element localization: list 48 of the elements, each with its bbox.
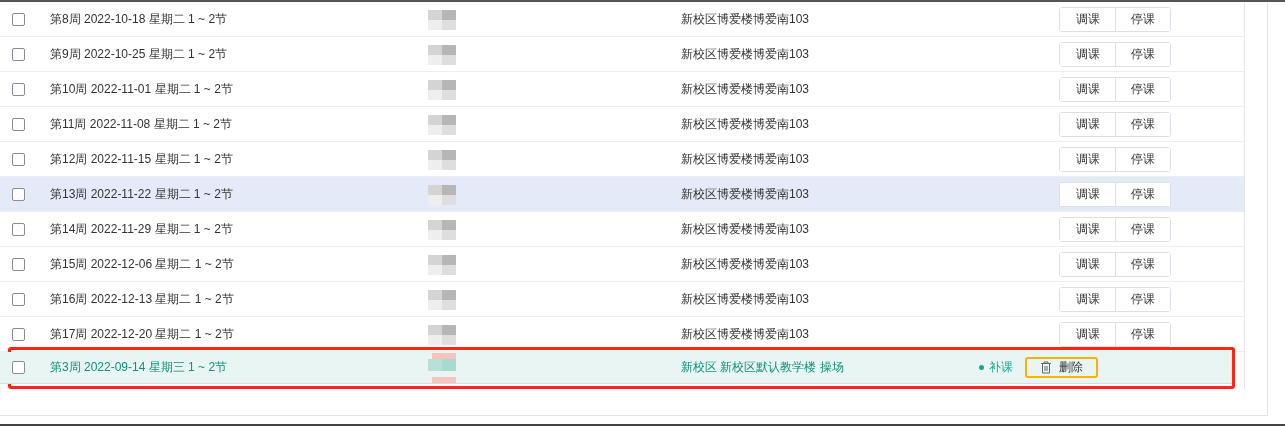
lesson-location: 新校区博爱楼博爱南103: [681, 115, 811, 133]
lesson-time: 第10周 2022-11-01 星期二 1 ~ 2节: [50, 80, 234, 98]
action-button[interactable]: 停课: [1115, 77, 1170, 101]
delete-button[interactable]: 删除: [1025, 357, 1098, 378]
action-button[interactable]: 停课: [1115, 252, 1170, 276]
trash-icon: [1040, 361, 1052, 374]
lesson-time: 第13周 2022-11-22 星期二 1 ~ 2节: [50, 185, 234, 203]
action-button[interactable]: 停课: [1115, 42, 1170, 66]
row-checkbox[interactable]: [12, 12, 25, 26]
action-button[interactable]: 停课: [1115, 322, 1170, 346]
row-checkbox[interactable]: [12, 292, 25, 306]
lesson-location: 新校区博爱楼博爱南103: [681, 290, 811, 308]
lesson-time: 第14周 2022-11-29 星期二 1 ~ 2节: [50, 220, 234, 238]
action-button[interactable]: 停课: [1115, 287, 1170, 311]
lesson-time: 第15周 2022-12-06 星期二 1 ~ 2节: [50, 255, 235, 273]
lesson-location: 新校区博爱楼博爱南103: [681, 45, 811, 63]
row-checkbox[interactable]: [12, 152, 25, 166]
lesson-location: 新校区博爱楼博爱南103: [681, 220, 811, 238]
action-button[interactable]: 停课: [1115, 147, 1170, 171]
lesson-time: 第3周 2022-09-14 星期三 1 ~ 2节: [50, 359, 229, 376]
lesson-time: 第9周 2022-10-25 星期二 1 ~ 2节: [50, 45, 229, 63]
row-checkbox[interactable]: [12, 117, 25, 131]
row-checkbox[interactable]: [12, 222, 25, 236]
makeup-tag: 补课: [979, 359, 1013, 376]
row-checkbox[interactable]: [12, 257, 25, 271]
lesson-location: 新校区博爱楼博爱南103: [681, 185, 811, 203]
action-button[interactable]: 停课: [1115, 217, 1170, 241]
action-button[interactable]: 停课: [1115, 112, 1170, 136]
row-checkbox[interactable]: [12, 361, 25, 374]
action-button[interactable]: 停课: [1115, 7, 1170, 31]
lesson-time: 第17周 2022-12-20 星期二 1 ~ 2节: [50, 325, 235, 343]
lesson-time: 第8周 2022-10-18 星期二 1 ~ 2节: [50, 10, 229, 28]
row-checkbox[interactable]: [12, 82, 25, 96]
action-button[interactable]: 停课: [1115, 182, 1170, 206]
lesson-location: 新校区博爱楼博爱南103: [681, 255, 811, 273]
lesson-location: 新校区博爱楼博爱南103: [681, 10, 811, 28]
lesson-location: 新校区博爱楼博爱南103: [681, 150, 811, 168]
lesson-time: 第16周 2022-12-13 星期二 1 ~ 2节: [50, 290, 235, 308]
action-button[interactable]: 调课: [1060, 182, 1115, 206]
row-checkbox[interactable]: [12, 327, 25, 341]
lesson-location: 新校区博爱楼博爱南103: [681, 325, 811, 343]
row-checkbox[interactable]: [12, 187, 25, 201]
lesson-location: 新校区 新校区默认教学楼 操场: [681, 359, 845, 376]
lesson-location: 新校区博爱楼博爱南103: [681, 80, 811, 98]
row-checkbox[interactable]: [12, 47, 25, 61]
lesson-time: 第11周 2022-11-08 星期二 1 ~ 2节: [50, 115, 233, 133]
lesson-time: 第12周 2022-11-15 星期二 1 ~ 2节: [50, 150, 234, 168]
redacted-mosaic: [428, 352, 456, 383]
